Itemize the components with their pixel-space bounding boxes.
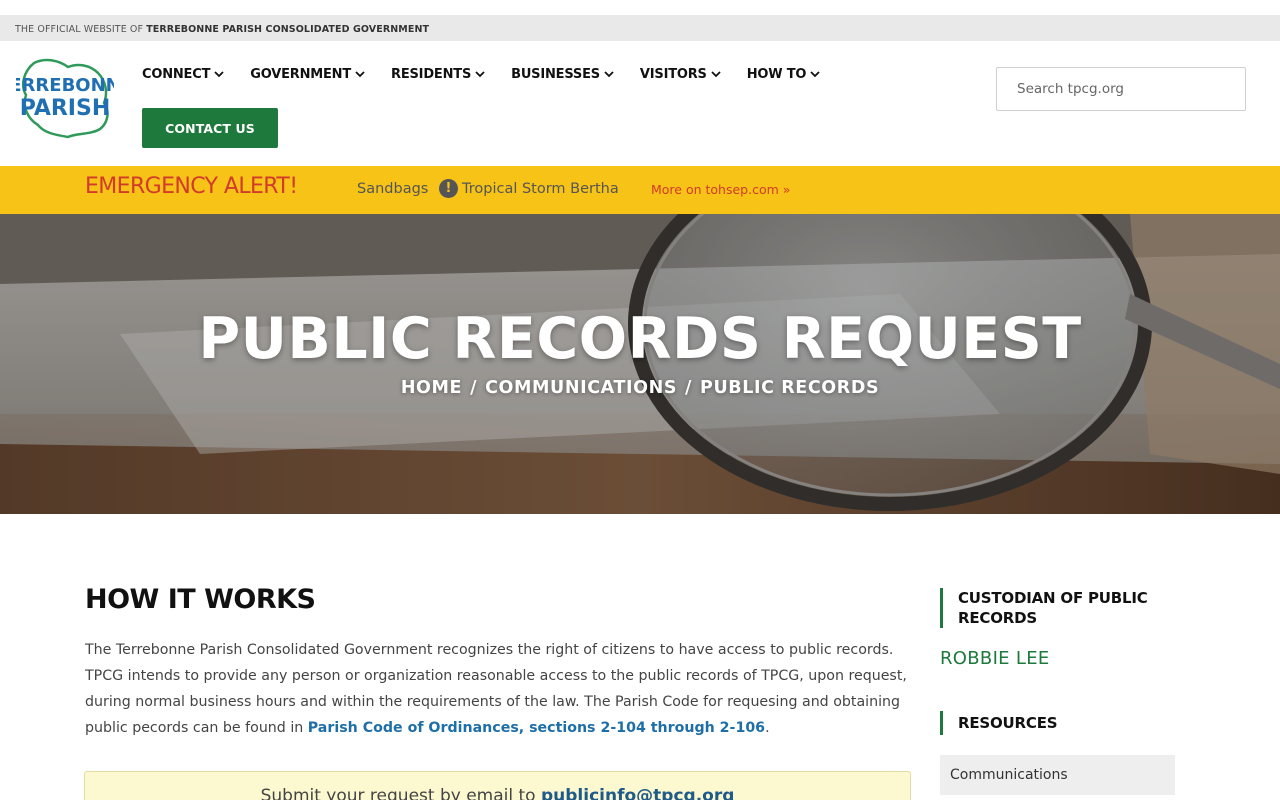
nav-businesses[interactable]: BUSINESSES <box>511 67 614 82</box>
chevron-down-icon <box>711 71 721 78</box>
official-website-prefix: THE OFFICIAL WEBSITE OF <box>15 24 144 35</box>
custodian-name: ROBBIE LEE <box>940 648 1050 669</box>
exclamation-icon: ! <box>439 179 458 198</box>
nav-connect[interactable]: CONNECT <box>142 67 224 82</box>
nav-visitors[interactable]: VISITORS <box>640 67 721 82</box>
email-request-box: Submit your request by email to publicin… <box>84 771 911 800</box>
site-header: TERREBONNE PARISH CONNECT GOVERNMENT RES… <box>0 41 1280 166</box>
contact-us-button[interactable]: CONTACT US <box>142 108 278 148</box>
main-nav: CONNECT GOVERNMENT RESIDENTS BUSINESSES … <box>142 67 846 82</box>
nav-how-to-label: HOW TO <box>746 67 807 82</box>
custodian-heading: CUSTODIAN OF PUBLIC RECORDS <box>940 588 1180 628</box>
chevron-down-icon <box>604 71 614 78</box>
breadcrumb-home[interactable]: HOME <box>401 378 462 398</box>
alert-item-sandbags[interactable]: Sandbags <box>357 181 428 197</box>
paragraph-period: . <box>765 720 770 736</box>
breadcrumb: HOME / COMMUNICATIONS / PUBLIC RECORDS <box>0 378 1280 398</box>
how-it-works-paragraph: The Terrebonne Parish Consolidated Gover… <box>85 637 915 741</box>
breadcrumb-separator: / <box>685 378 693 398</box>
email-link[interactable]: publicinfo@tpcg.org <box>541 786 734 800</box>
alert-item-tropical-storm-label: Tropical Storm Bertha <box>462 180 619 197</box>
how-it-works-heading: HOW IT WORKS <box>85 584 316 615</box>
email-prefix: Submit your request by email to <box>260 786 541 800</box>
hero-banner: PUBLIC RECORDS REQUEST HOME / COMMUNICATIO… <box>0 214 1280 514</box>
nav-government-label: GOVERNMENT <box>250 67 352 82</box>
nav-residents-label: RESIDENTS <box>391 67 472 82</box>
alert-item-tropical-storm[interactable]: ! Tropical Storm Bertha <box>439 179 619 198</box>
breadcrumb-public-records: PUBLIC RECORDS <box>700 378 880 398</box>
nav-visitors-label: VISITORS <box>639 67 707 82</box>
resource-link-communications[interactable]: Communications <box>940 755 1175 795</box>
nav-connect-label: CONNECT <box>142 67 211 82</box>
page-title: PUBLIC RECORDS REQUEST <box>198 306 1082 372</box>
logo-text-line2: PARISH <box>20 96 111 121</box>
official-website-org: TERREBONNE PARISH CONSOLIDATED GOVERNMEN… <box>146 24 430 35</box>
official-website-bar: THE OFFICIAL WEBSITE OF TERREBONNE PARIS… <box>0 15 1280 41</box>
nav-government[interactable]: GOVERNMENT <box>250 67 365 82</box>
emergency-alert-title: EMERGENCY ALERT! <box>85 174 298 199</box>
breadcrumb-separator: / <box>470 378 478 398</box>
parish-code-link[interactable]: Parish Code of Ordinances, sections 2-10… <box>308 720 765 736</box>
resources-heading: RESOURCES <box>940 711 1180 735</box>
breadcrumb-communications[interactable]: COMMUNICATIONS <box>485 378 677 398</box>
emergency-alert-bar: EMERGENCY ALERT! Sandbags ! Tropical Sto… <box>0 166 1280 214</box>
chevron-down-icon <box>214 71 224 78</box>
chevron-down-icon <box>355 71 365 78</box>
search-input[interactable] <box>996 67 1246 111</box>
logo-text-line1: TERREBONNE <box>16 75 114 96</box>
nav-residents[interactable]: RESIDENTS <box>391 67 485 82</box>
chevron-down-icon <box>810 71 820 78</box>
terrebonne-parish-logo[interactable]: TERREBONNE PARISH <box>16 55 114 139</box>
chevron-down-icon <box>475 71 485 78</box>
nav-how-to[interactable]: HOW TO <box>747 67 821 82</box>
alert-more-link[interactable]: More on tohsep.com » <box>651 182 790 197</box>
nav-businesses-label: BUSINESSES <box>511 67 600 82</box>
